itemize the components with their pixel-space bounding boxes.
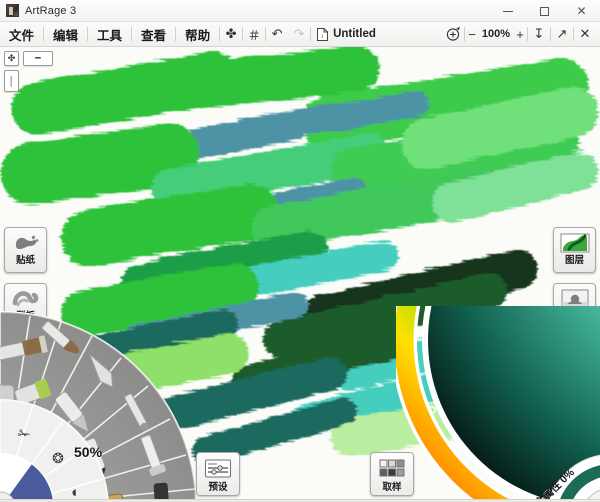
painting-canvas[interactable]: ✤ ━ │ 贴纸 图层 ✁ ❂ ◖ 50% 金属性 0% 预设 取样 — [0, 47, 600, 502]
zoom-level: 100% — [481, 28, 511, 40]
vertical-slider-widget[interactable]: │ — [4, 70, 19, 92]
window-title: ArtRage 3 — [25, 4, 77, 17]
eyedropper-tool-glyph: ❂ — [52, 450, 64, 466]
tool-wheel[interactable]: ⬚ ✁ ❂ ◖ T — [0, 307, 201, 502]
samples-button[interactable]: 取样 — [370, 452, 414, 496]
circle-plus-icon — [446, 26, 460, 41]
presets-icon — [203, 457, 233, 481]
expand-icon[interactable]: ↗ — [551, 24, 573, 44]
samples-label: 取样 — [382, 482, 402, 493]
menu-bar: 文件 编辑 工具 查看 帮助 ✤ ＃ ↶ ↷ i Untitled − 100%… — [0, 22, 600, 47]
presets-button[interactable]: 预设 — [196, 452, 240, 496]
swatch-grid-icon — [377, 457, 407, 481]
canvas-mini-tools: ✤ ━ │ — [4, 51, 53, 96]
window-controls: ✕ — [489, 0, 600, 22]
minimize-button[interactable] — [489, 0, 526, 22]
zoom-controls: − 100% + — [465, 27, 527, 42]
undo-icon[interactable]: ↶ — [266, 24, 288, 44]
zoom-in-button[interactable]: + — [513, 27, 527, 42]
panel-close-icon[interactable]: ✕ — [574, 24, 596, 44]
menu-view[interactable]: 查看 — [132, 25, 175, 44]
menu-edit[interactable]: 编辑 — [44, 25, 87, 44]
title-bar: ArtRage 3 ✕ — [0, 0, 600, 22]
move-tool-icon[interactable]: ✤ — [220, 24, 242, 44]
artrage-window: ArtRage 3 ✕ 文件 编辑 工具 查看 帮助 ✤ ＃ ↶ ↷ i Unt… — [0, 0, 600, 502]
sticker-icon — [11, 231, 41, 255]
app-icon — [6, 4, 19, 17]
redo-icon[interactable]: ↷ — [288, 24, 310, 44]
menu-file[interactable]: 文件 — [0, 25, 43, 44]
sidebar-item-layers[interactable]: 图层 — [553, 227, 596, 273]
menu-help[interactable]: 帮助 — [176, 25, 219, 44]
brush-size-value: 50% — [74, 444, 103, 460]
document-name: Untitled — [333, 28, 376, 40]
zoom-out-button[interactable]: − — [465, 27, 479, 42]
maximize-button[interactable] — [526, 0, 563, 22]
document-chip[interactable]: i Untitled — [311, 24, 384, 44]
sidebar-label-layers: 图层 — [564, 255, 584, 266]
grid-tool-icon[interactable]: ＃ — [243, 24, 265, 44]
sidebar-item-stickers[interactable]: 贴纸 — [4, 227, 47, 273]
download-icon[interactable]: ↧ — [528, 24, 550, 44]
document-icon: i — [317, 27, 329, 41]
pan-widget[interactable]: ✤ — [4, 51, 19, 66]
layers-icon — [560, 231, 590, 255]
horizontal-slider-widget[interactable]: ━ — [23, 51, 53, 66]
close-button[interactable]: ✕ — [563, 0, 600, 22]
menu-tools[interactable]: 工具 — [88, 25, 131, 44]
add-layer-icon[interactable] — [442, 24, 464, 44]
fill-roller-tool-glyph: ✁ — [18, 426, 31, 443]
sidebar-label-stickers: 贴纸 — [15, 255, 35, 266]
presets-label: 预设 — [208, 482, 228, 493]
